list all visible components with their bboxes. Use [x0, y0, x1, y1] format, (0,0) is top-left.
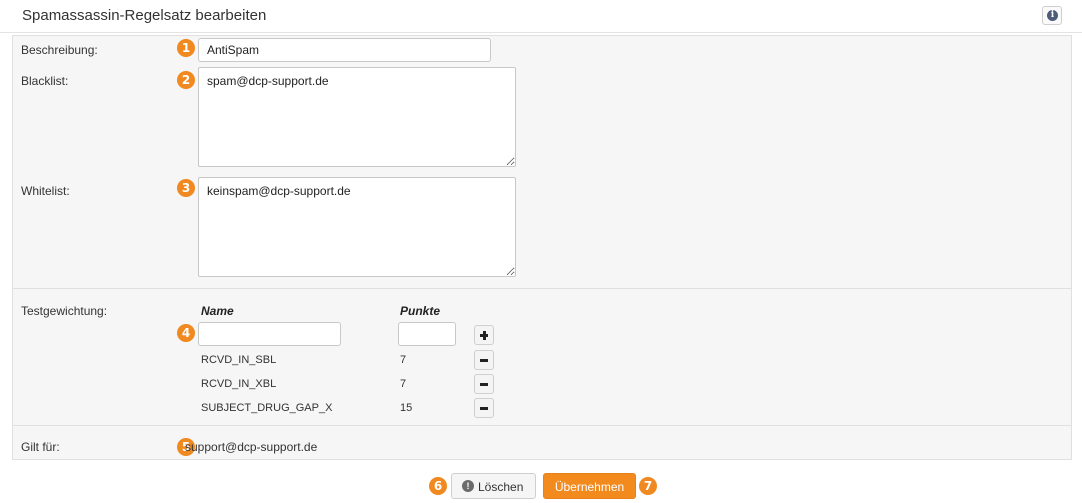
info-button[interactable]: i: [1042, 6, 1062, 25]
rule-name: RCVD_IN_SBL: [201, 354, 277, 366]
description-input[interactable]: [198, 38, 491, 62]
whitelist-label: Whitelist:: [21, 184, 70, 198]
apply-button-label: Übernehmen: [554, 480, 625, 494]
callout-badge-7: 7: [639, 477, 657, 495]
callout-badge-6: 6: [429, 477, 447, 495]
page-header: Spamassassin-Regelsatz bearbeiten i: [0, 0, 1082, 33]
new-rule-name-input[interactable]: [198, 322, 341, 346]
description-label: Beschreibung:: [21, 43, 98, 57]
warning-icon: !: [462, 480, 474, 492]
applies-to-label: Gilt für:: [21, 440, 60, 454]
blacklist-label: Blacklist:: [21, 74, 69, 88]
test-weighting-label: Testgewichtung:: [21, 304, 108, 318]
apply-button[interactable]: Übernehmen: [543, 473, 636, 499]
remove-rule-button[interactable]: [474, 398, 494, 418]
callout-badge-3: 3: [177, 179, 195, 197]
rule-points: 15: [400, 402, 413, 414]
callout-badge-1: 1: [177, 39, 195, 57]
section-divider: [13, 288, 1071, 289]
blacklist-textarea[interactable]: spam@dcp-support.de: [198, 67, 516, 167]
column-header-points: Punkte: [400, 304, 441, 318]
delete-button[interactable]: ! Löschen: [451, 473, 536, 499]
section-divider: [13, 425, 1071, 426]
rule-name: SUBJECT_DRUG_GAP_X: [201, 402, 333, 414]
callout-badge-2: 2: [177, 71, 195, 89]
column-header-name: Name: [201, 304, 234, 318]
info-icon: i: [1047, 10, 1058, 21]
rule-points: 7: [400, 378, 407, 390]
minus-icon: [480, 407, 488, 410]
remove-rule-button[interactable]: [474, 374, 494, 394]
add-rule-button[interactable]: [474, 325, 494, 345]
rule-points: 7: [400, 354, 407, 366]
whitelist-textarea[interactable]: keinspam@dcp-support.de: [198, 177, 516, 277]
new-rule-points-input[interactable]: [398, 322, 456, 346]
page-title: Spamassassin-Regelsatz bearbeiten: [22, 7, 267, 24]
applies-to-value: support@dcp-support.de: [185, 440, 318, 454]
rule-name: RCVD_IN_XBL: [201, 378, 277, 390]
rule-form-panel: Beschreibung: 1 Blacklist: 2 spam@dcp-su…: [12, 35, 1072, 460]
callout-badge-4: 4: [177, 324, 195, 342]
remove-rule-button[interactable]: [474, 350, 494, 370]
minus-icon: [480, 359, 488, 362]
delete-button-label: Löschen: [478, 480, 524, 494]
minus-icon: [480, 383, 488, 386]
